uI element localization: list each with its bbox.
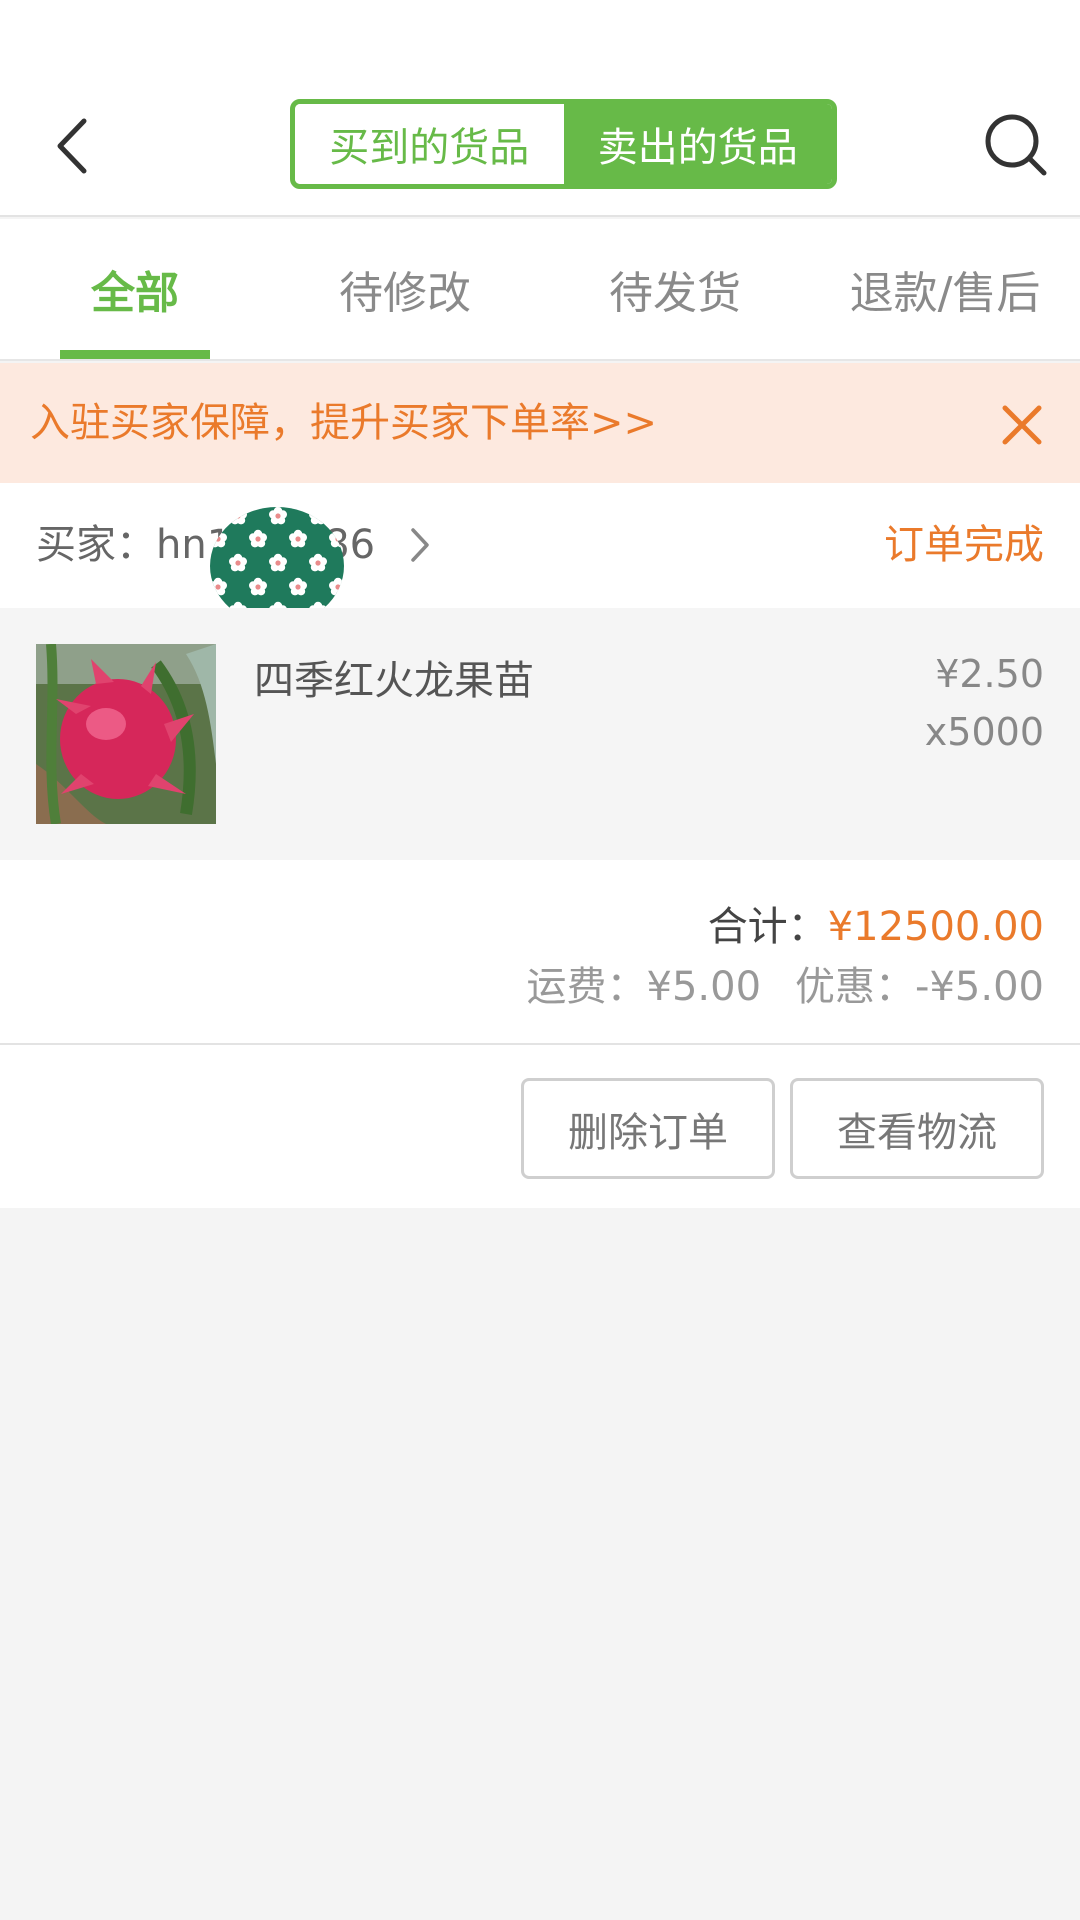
buyer-chevron-right-icon[interactable] — [405, 525, 435, 565]
buyer-row[interactable]: 买家：hn1 86 订单完成 — [0, 483, 1080, 625]
status-bar-area — [0, 0, 1080, 95]
product-image[interactable] — [36, 644, 216, 824]
back-button[interactable] — [40, 111, 110, 181]
buyer-protection-banner[interactable]: 入驻买家保障，提升买家下单率>> — [0, 363, 1080, 483]
product-quantity: x5000 — [924, 710, 1044, 754]
order-actions: 删除订单 查看物流 — [0, 1045, 1080, 1208]
chevron-left-icon — [57, 118, 87, 174]
order-type-segmented-control: 买到的货品 卖出的货品 — [290, 99, 837, 189]
product-name: 四季红火龙果苗 — [254, 658, 534, 704]
search-button[interactable] — [980, 109, 1050, 179]
view-logistics-button[interactable]: 查看物流 — [790, 1078, 1044, 1179]
discount-amount: 优惠：-¥5.00 — [795, 964, 1044, 1010]
search-icon — [985, 114, 1047, 176]
chevron-right-icon — [411, 528, 429, 562]
order-total-line: 合计：¥12500.00 — [708, 894, 1044, 952]
tab-all[interactable]: 全部 — [35, 219, 235, 359]
order-status-tabs: 全部 待修改 待发货 退款/售后 — [0, 219, 1080, 361]
segment-bought-goods[interactable]: 买到的货品 — [295, 104, 564, 184]
active-tab-indicator — [60, 350, 210, 359]
order-status-label: 订单完成 — [884, 522, 1044, 568]
shipping-fee: 运费：¥5.00 — [526, 964, 762, 1010]
delete-order-button[interactable]: 删除订单 — [521, 1078, 775, 1179]
tab-pending-shipment[interactable]: 待发货 — [575, 219, 775, 359]
total-amount: ¥12500.00 — [827, 904, 1044, 950]
banner-close-button[interactable] — [1000, 403, 1044, 447]
order-totals: 合计：¥12500.00 运费：¥5.00 优惠：-¥5.00 — [0, 860, 1080, 1045]
order-card: 买家：hn1 86 订单完成 四季红火龙果苗 ¥2.50 x5000 合计：¥1… — [0, 483, 1080, 1208]
close-icon — [1002, 405, 1042, 445]
dragon-fruit-image — [36, 644, 216, 824]
banner-text[interactable]: 入驻买家保障，提升买家下单率>> — [30, 363, 657, 483]
top-navigation-bar: 买到的货品 卖出的货品 — [0, 95, 1080, 217]
order-list-screen: 买到的货品 卖出的货品 全部 待修改 待发货 退款/售后 入驻买家保障，提升买家… — [0, 0, 1080, 1920]
segment-sold-goods[interactable]: 卖出的货品 — [563, 104, 832, 184]
product-row[interactable]: 四季红火龙果苗 ¥2.50 x5000 — [0, 608, 1080, 860]
tab-pending-modification[interactable]: 待修改 — [305, 219, 505, 359]
tab-refund-aftersale[interactable]: 退款/售后 — [830, 219, 1060, 359]
fee-line: 运费：¥5.00 优惠：-¥5.00 — [527, 954, 1044, 1012]
total-label: 合计： — [707, 904, 828, 950]
product-unit-price: ¥2.50 — [935, 652, 1044, 696]
buyer-name-head: 买家：hn1 — [36, 522, 233, 568]
